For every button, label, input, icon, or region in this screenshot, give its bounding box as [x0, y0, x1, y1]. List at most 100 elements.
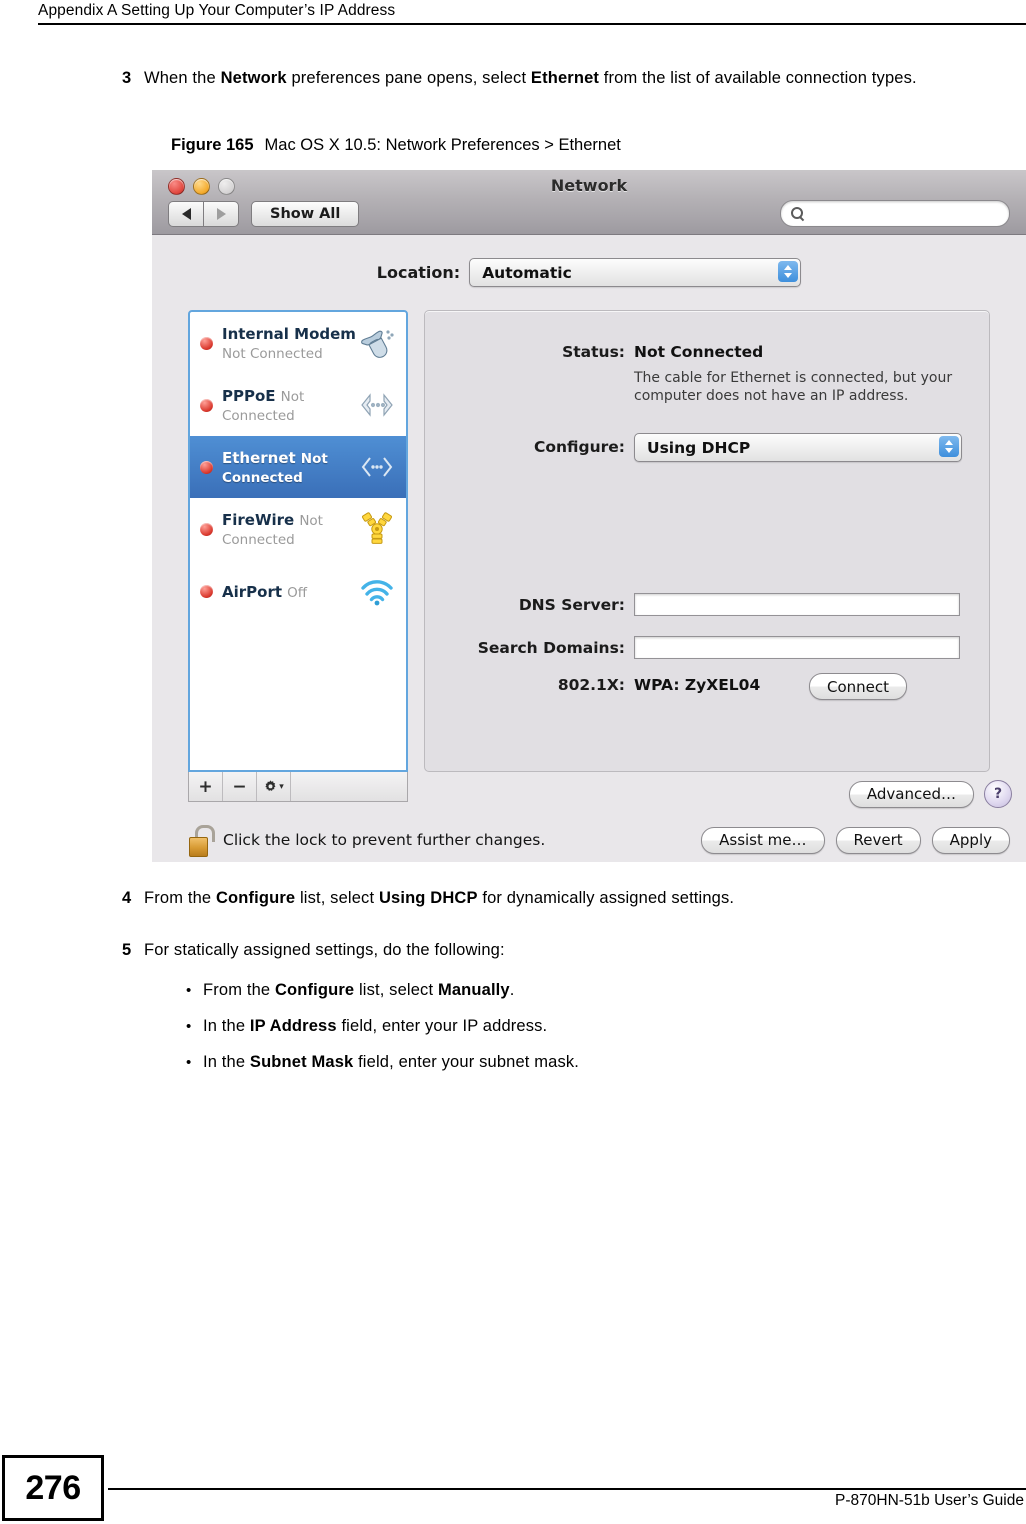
step-5: 5 For statically assigned settings, do t… — [122, 938, 1012, 963]
ethernet-arrows-icon — [356, 447, 398, 487]
assist-me-button[interactable]: Assist me… — [701, 826, 825, 854]
location-value: Automatic — [482, 263, 572, 282]
step-3-part-3: Ethernet — [530, 69, 600, 87]
nav-button-group — [168, 201, 239, 227]
service-name: Internal Modem — [222, 325, 356, 343]
apply-label: Apply — [949, 831, 992, 849]
wifi-icon — [356, 571, 398, 611]
bullet-part: list, select — [354, 981, 438, 999]
triangle-right-icon — [216, 208, 226, 220]
back-button[interactable] — [168, 201, 203, 227]
step-4-text: From the Configure list, select Using DH… — [144, 886, 734, 911]
page-number: 276 — [2, 1455, 104, 1521]
step-4-part-4: for dynamically assigned settings. — [477, 889, 735, 907]
advanced-label: Advanced… — [866, 785, 956, 803]
show-all-button[interactable]: Show All — [251, 201, 360, 227]
lock-text: Click the lock to prevent further change… — [223, 831, 546, 849]
configure-value: Using DHCP — [647, 438, 751, 457]
running-head-text: Appendix A Setting Up Your Computer’s IP… — [38, 2, 396, 19]
bottom-button-group: Assist me… Revert Apply — [701, 826, 1010, 854]
sidebar-item-pppoe[interactable]: PPPoE Not Connected — [190, 374, 406, 436]
configure-row: Configure: Using DHCP — [425, 433, 991, 462]
bullet-marker: • — [186, 1054, 192, 1071]
bullet-part-bold: Configure — [274, 981, 355, 999]
configure-label: Configure: — [533, 438, 625, 456]
service-name: PPPoE — [222, 387, 276, 405]
location-row: Location: Automatic — [152, 258, 1026, 287]
location-label: Location: — [376, 263, 461, 282]
bullet-part: In the — [203, 1017, 250, 1035]
dns-server-row: DNS Server: — [425, 593, 991, 616]
dot1x-label: 802.1X: — [557, 676, 625, 694]
step-3-part-2: preferences pane opens, select — [286, 69, 531, 87]
bullet-text: In the Subnet Mask field, enter your sub… — [203, 1050, 579, 1075]
connect-label: Connect — [827, 677, 890, 696]
add-service-button[interactable]: + — [189, 772, 223, 801]
bullet-part-bold: IP Address — [249, 1017, 337, 1035]
status-dot-icon — [200, 584, 213, 598]
triangle-left-icon — [181, 208, 191, 220]
service-actions-gear-button[interactable]: ▾ — [257, 772, 291, 801]
remove-service-button[interactable]: − — [223, 772, 257, 801]
pppoe-arrows-icon — [356, 385, 398, 425]
search-domains-label: Search Domains: — [477, 638, 625, 657]
window-bottom-bar: Click the lock to prevent further change… — [152, 818, 1026, 862]
footer-rule — [108, 1488, 1026, 1490]
footer-guide-title: P-870HN-51b User’s Guide — [835, 1492, 1024, 1509]
show-all-label: Show All — [270, 206, 341, 222]
location-select[interactable]: Automatic — [469, 258, 802, 287]
step-4-part-2: list, select — [295, 889, 379, 907]
connect-button[interactable]: Connect — [809, 673, 908, 700]
modem-phone-icon — [356, 323, 398, 363]
gear-icon — [265, 780, 276, 791]
bullet-part: field, enter your IP address. — [336, 1017, 548, 1035]
bullet-part-bold: Subnet Mask — [249, 1053, 354, 1071]
page-running-header: Appendix A Setting Up Your Computer’s IP… — [38, 2, 1026, 25]
search-icon — [791, 207, 804, 220]
bullet-part-bold: Manually — [437, 981, 510, 999]
service-name: FireWire — [222, 511, 295, 529]
advanced-button[interactable]: Advanced… — [848, 780, 974, 808]
list-item: • In the IP Address field, enter your IP… — [186, 1014, 579, 1039]
step-4-part-3: Using DHCP — [378, 889, 478, 907]
network-services-list: Internal Modem Not Connected PPPoE Not C… — [188, 310, 408, 772]
window-title: Network — [550, 176, 628, 195]
apply-button[interactable]: Apply — [931, 826, 1010, 854]
service-state: Off — [287, 584, 308, 601]
dns-server-input[interactable] — [634, 593, 960, 616]
chevron-updown-icon — [939, 436, 959, 457]
search-input[interactable] — [780, 200, 1010, 227]
step-3-part-0: When the — [144, 69, 221, 87]
service-name: Ethernet — [222, 449, 296, 467]
bullet-part: . — [509, 981, 515, 999]
step-3: 3 When the Network preferences pane open… — [122, 66, 1002, 91]
step-3-text: When the Network preferences pane opens,… — [144, 66, 1000, 91]
forward-button[interactable] — [203, 201, 239, 227]
search-domains-input[interactable] — [634, 636, 960, 659]
revert-button[interactable]: Revert — [835, 826, 921, 854]
sidebar-item-ethernet[interactable]: Ethernet Not Connected — [190, 436, 406, 498]
configure-select[interactable]: Using DHCP — [634, 433, 962, 462]
sidebar-item-firewire[interactable]: FireWire Not Connected — [190, 498, 406, 560]
bullet-marker: • — [186, 982, 192, 999]
figure-title: Mac OS X 10.5: Network Preferences > Eth… — [264, 136, 621, 154]
status-value: Not Connected — [634, 343, 764, 361]
status-dot-icon — [200, 522, 213, 536]
bullet-marker: • — [186, 1018, 192, 1035]
sidebar-item-internal-modem[interactable]: Internal Modem Not Connected — [190, 312, 406, 374]
step-3-part-4: from the list of available connection ty… — [599, 69, 917, 87]
add-service-label: + — [198, 776, 213, 797]
remove-service-label: − — [232, 776, 247, 797]
bullet-text: From the Configure list, select Manually… — [203, 978, 514, 1003]
services-list-toolbar: + − ▾ — [188, 772, 408, 802]
unlocked-padlock-icon[interactable] — [188, 825, 215, 857]
list-item: • From the Configure list, select Manual… — [186, 978, 579, 1003]
step-5-text: For statically assigned settings, do the… — [144, 941, 505, 959]
step-3-part-1: Network — [220, 69, 287, 87]
step-4-number: 4 — [122, 889, 132, 907]
lock-area[interactable]: Click the lock to prevent further change… — [188, 825, 546, 857]
sidebar-item-airport[interactable]: AirPort Off — [190, 560, 406, 622]
help-button[interactable]: ? — [984, 780, 1012, 808]
step-4-part-1: Configure — [215, 889, 296, 907]
bullet-part: field, enter your subnet mask. — [353, 1053, 580, 1071]
